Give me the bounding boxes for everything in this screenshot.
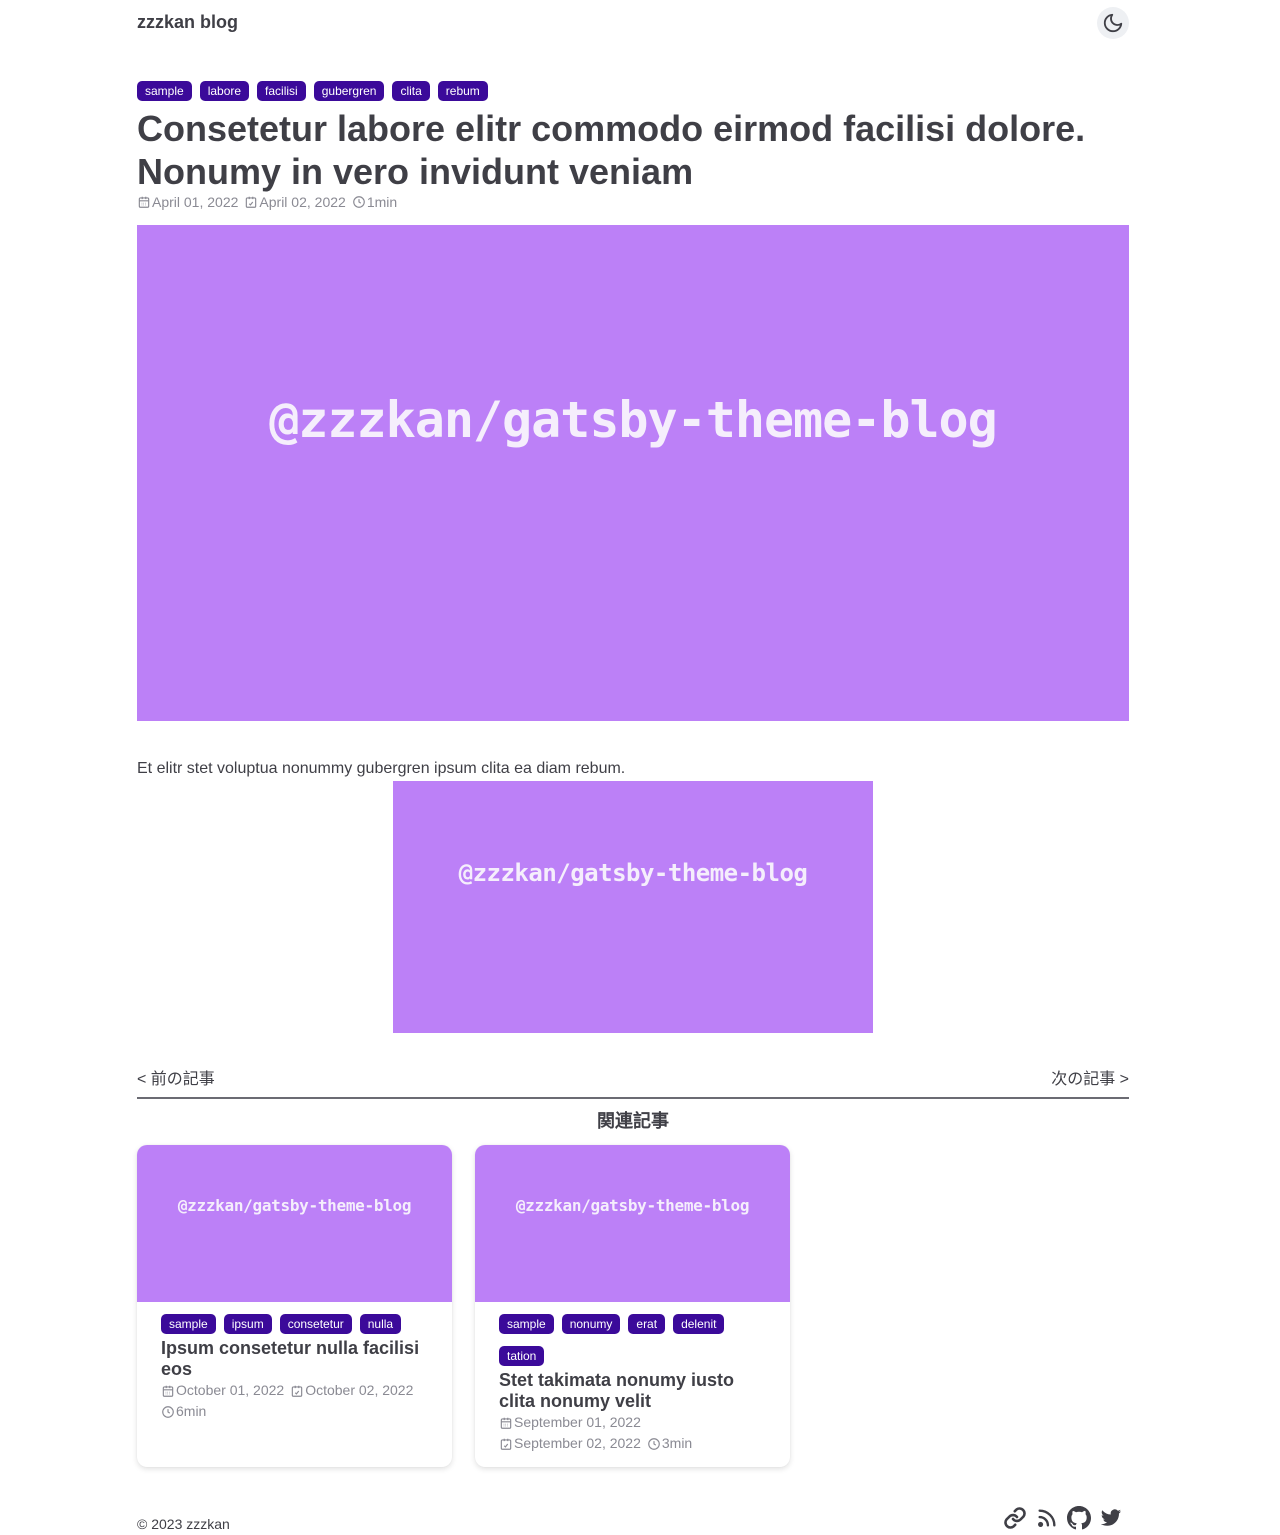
inline-image: @zzzkan/gatsby-theme-blog	[393, 781, 873, 1033]
post-tags: sample labore facilisi gubergren clita r…	[137, 81, 1129, 101]
card-title[interactable]: Ipsum consetetur nulla facilisi eos	[161, 1338, 428, 1380]
tag[interactable]: sample	[137, 81, 192, 101]
card-meta: October 01, 2022 October 02, 2022 6min	[161, 1380, 428, 1422]
link-icon[interactable]	[1003, 1505, 1027, 1531]
hero-image: @zzzkan/gatsby-theme-blog	[137, 225, 1129, 721]
tag[interactable]: tation	[499, 1346, 545, 1366]
footer-social-links	[1003, 1505, 1123, 1531]
rss-icon[interactable]	[1035, 1505, 1059, 1531]
read-time: 1min	[352, 193, 397, 211]
tag[interactable]: sample	[499, 1314, 554, 1334]
post-pager: < 前の記事 次の記事 >	[137, 1070, 1129, 1099]
related-card[interactable]: @zzzkan/gatsby-theme-blog sample nonumy …	[475, 1145, 790, 1467]
card-tags: sample ipsum consetetur nulla	[161, 1314, 428, 1334]
calendar-icon	[162, 1385, 174, 1397]
published-date-text: September 01, 2022	[514, 1414, 641, 1430]
theme-toggle-button[interactable]	[1097, 7, 1129, 39]
related-card[interactable]: @zzzkan/gatsby-theme-blog sample ipsum c…	[137, 1145, 452, 1467]
card-image-text: @zzzkan/gatsby-theme-blog	[177, 1196, 412, 1215]
post-body: Et elitr stet voluptua nonummy gubergren…	[137, 760, 626, 777]
tag[interactable]: rebum	[437, 81, 488, 101]
twitter-icon[interactable]	[1099, 1505, 1123, 1531]
post-meta: April 01, 2022 April 02, 2022 1min	[137, 193, 1129, 211]
tag[interactable]: consetetur	[279, 1314, 352, 1334]
tag[interactable]: ipsum	[223, 1314, 272, 1334]
published-date: October 01, 2022	[161, 1380, 284, 1401]
tag[interactable]: erat	[628, 1314, 666, 1334]
inline-image-text: @zzzkan/gatsby-theme-blog	[458, 859, 808, 887]
card-image: @zzzkan/gatsby-theme-blog	[137, 1145, 452, 1302]
prev-post-link[interactable]: < 前の記事	[137, 1070, 215, 1097]
footer-copyright: © 2023 zzzkan	[137, 1516, 230, 1532]
moon-icon	[1103, 13, 1123, 33]
calendar-icon	[500, 1417, 512, 1429]
published-date-text: October 01, 2022	[176, 1382, 285, 1398]
tag[interactable]: labore	[199, 81, 250, 101]
published-date: April 01, 2022	[137, 193, 238, 211]
post-title: Consetetur labore elitr commodo eirmod f…	[137, 108, 1086, 192]
published-date: September 01, 2022	[499, 1412, 760, 1433]
card-title[interactable]: Stet takimata nonumy iusto clita nonumy …	[499, 1370, 766, 1412]
hero-image-text: @zzzkan/gatsby-theme-blog	[269, 391, 998, 449]
next-post-link[interactable]: 次の記事 >	[1051, 1070, 1129, 1097]
tag[interactable]: delenit	[673, 1314, 725, 1334]
updated-date: October 02, 2022	[290, 1380, 413, 1401]
tag[interactable]: clita	[392, 81, 430, 101]
updated-date: April 02, 2022	[244, 193, 346, 211]
tag[interactable]: nonumy	[561, 1314, 621, 1334]
clock-icon	[352, 196, 365, 208]
site-title[interactable]: zzzkan blog	[137, 12, 238, 32]
updated-date-text: September 02, 2022	[514, 1435, 641, 1451]
published-date-text: April 01, 2022	[152, 194, 239, 210]
calendar-check-icon	[246, 196, 257, 208]
card-image-text: @zzzkan/gatsby-theme-blog	[515, 1196, 750, 1215]
tag[interactable]: nulla	[359, 1314, 402, 1334]
tag[interactable]: sample	[161, 1314, 216, 1334]
updated-date-text: October 02, 2022	[305, 1382, 414, 1398]
card-meta: September 01, 2022 September 02, 2022 3m…	[499, 1412, 766, 1454]
card-image: @zzzkan/gatsby-theme-blog	[475, 1145, 790, 1302]
card-tags: sample nonumy erat delenit tation	[499, 1314, 766, 1366]
read-time-text: 1min	[366, 194, 398, 210]
clock-icon	[162, 1405, 174, 1418]
related-heading: 関連記事	[597, 1111, 669, 1131]
github-icon[interactable]	[1067, 1505, 1091, 1531]
calendar-icon	[138, 196, 150, 208]
calendar-check-icon	[291, 1385, 303, 1397]
tag[interactable]: facilisi	[257, 81, 306, 101]
read-time: 3min	[647, 1433, 692, 1454]
updated-date: September 02, 2022	[499, 1433, 641, 1454]
calendar-check-icon	[500, 1438, 512, 1450]
read-time: 6min	[161, 1401, 206, 1422]
read-time-text: 6min	[176, 1403, 207, 1419]
tag[interactable]: gubergren	[313, 81, 385, 101]
updated-date-text: April 02, 2022	[259, 194, 346, 210]
read-time-text: 3min	[661, 1435, 693, 1451]
clock-icon	[648, 1437, 660, 1450]
